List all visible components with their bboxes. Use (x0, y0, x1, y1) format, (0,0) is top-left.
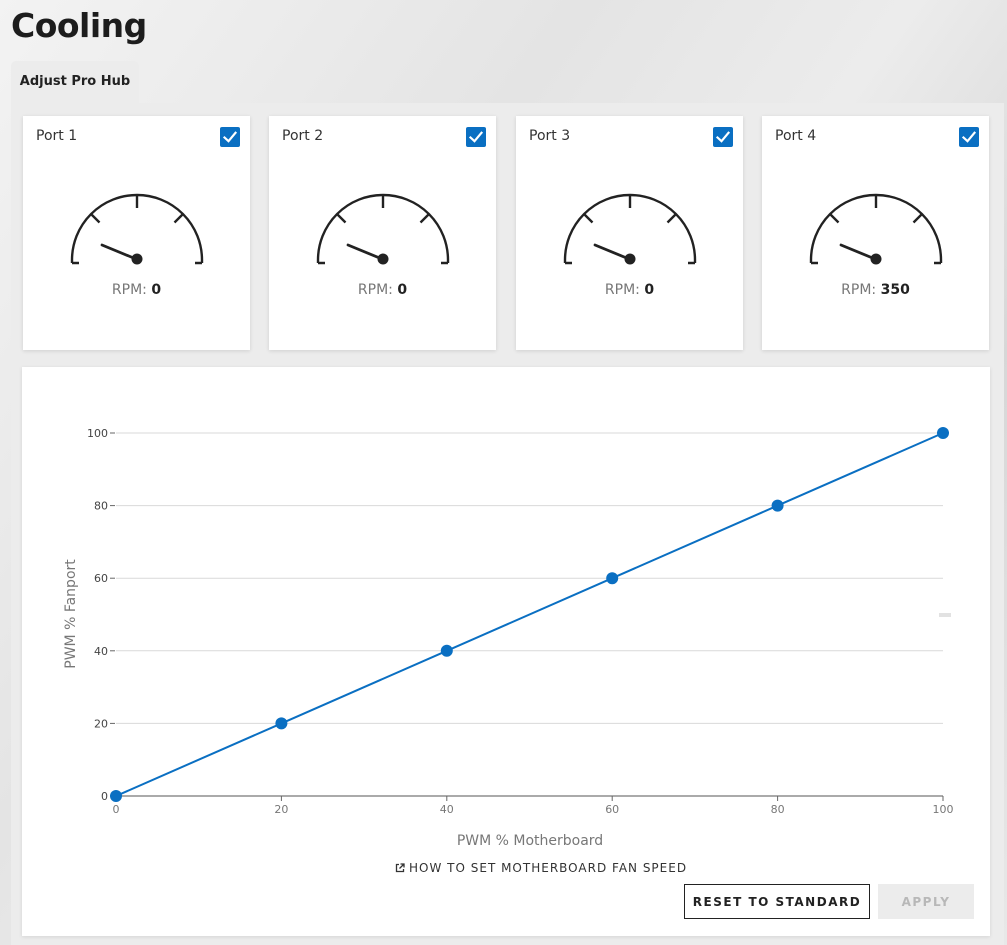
x-tick-label: 100 (933, 803, 954, 816)
curve-point[interactable] (937, 427, 949, 439)
howto-label: HOW TO SET MOTHERBOARD FAN SPEED (409, 861, 688, 875)
port-title: Port 1 (36, 128, 78, 144)
rpm-readout: RPM: 0 (269, 282, 496, 298)
rpm-label: RPM: (111, 282, 147, 298)
y-tick-label: 0 (101, 790, 108, 803)
rpm-value: 0 (397, 282, 408, 298)
gauge-icon (70, 193, 204, 265)
curve-point[interactable] (275, 717, 288, 730)
gauge-icon (563, 193, 697, 265)
x-tick-label: 80 (771, 803, 785, 816)
port-title: Port 3 (529, 128, 571, 144)
port-checkbox[interactable] (959, 127, 979, 147)
fan-curve-chart: 0 20 40 60 80 100 0 20 40 60 80 100 PWM % Motherboa… (63, 427, 954, 849)
rpm-readout: RPM: 0 (23, 282, 250, 298)
apply-button[interactable]: APPLY (878, 884, 974, 919)
rpm-value: 0 (151, 282, 162, 298)
rpm-readout: RPM: 0 (516, 282, 743, 298)
y-tick-label: 20 (94, 717, 108, 730)
rpm-label: RPM: (841, 282, 877, 298)
port-card-4: Port 4 RPM: 350 (762, 116, 989, 350)
page-title: Cooling (11, 6, 147, 45)
port-checkbox[interactable] (713, 127, 733, 147)
port-checkbox[interactable] (466, 127, 486, 147)
rpm-label: RPM: (357, 282, 393, 298)
rpm-value: 350 (880, 282, 910, 298)
check-icon (961, 131, 977, 143)
x-tick-label: 20 (274, 803, 288, 816)
y-tick-label: 100 (87, 427, 108, 440)
port-card-1: Port 1 RPM: 0 (23, 116, 250, 350)
port-card-2: Port 2 RPM: 0 (269, 116, 496, 350)
rpm-readout: RPM: 350 (762, 282, 989, 298)
check-icon (222, 131, 238, 143)
external-link-icon (395, 863, 405, 873)
check-icon (715, 131, 731, 143)
y-axis-label: PWM % Fanport (63, 559, 79, 669)
curve-point[interactable] (606, 572, 619, 585)
x-axis-label: PWM % Motherboard (457, 833, 603, 849)
x-tick-label: 0 (113, 803, 120, 816)
howto-link[interactable]: HOW TO SET MOTHERBOARD FAN SPEED (395, 861, 687, 875)
port-title: Port 4 (775, 128, 817, 144)
fan-curve-card: 0 20 40 60 80 100 0 20 40 60 80 100 PWM % Motherboa… (22, 367, 990, 936)
x-tick-label: 60 (605, 803, 619, 816)
series-line (115, 432, 944, 797)
gauge-icon (809, 193, 943, 265)
curve-point[interactable] (110, 790, 122, 802)
port-checkbox[interactable] (220, 127, 240, 147)
x-tick-label: 40 (440, 803, 454, 816)
reset-to-standard-button[interactable]: RESET TO STANDARD (684, 884, 870, 919)
curve-point[interactable] (771, 499, 784, 512)
rpm-value: 0 (644, 282, 655, 298)
tab-adjust-pro-hub[interactable]: Adjust Pro Hub (11, 61, 139, 103)
gauge-icon (316, 193, 450, 265)
rpm-label: RPM: (604, 282, 640, 298)
y-tick-label: 80 (94, 500, 108, 513)
check-icon (468, 131, 484, 143)
curve-point[interactable] (440, 644, 453, 657)
y-tick-label: 60 (94, 572, 108, 585)
side-marker (939, 613, 951, 617)
y-tick-label: 40 (94, 645, 108, 658)
port-title: Port 2 (282, 128, 324, 144)
port-card-3: Port 3 RPM: 0 (516, 116, 743, 350)
